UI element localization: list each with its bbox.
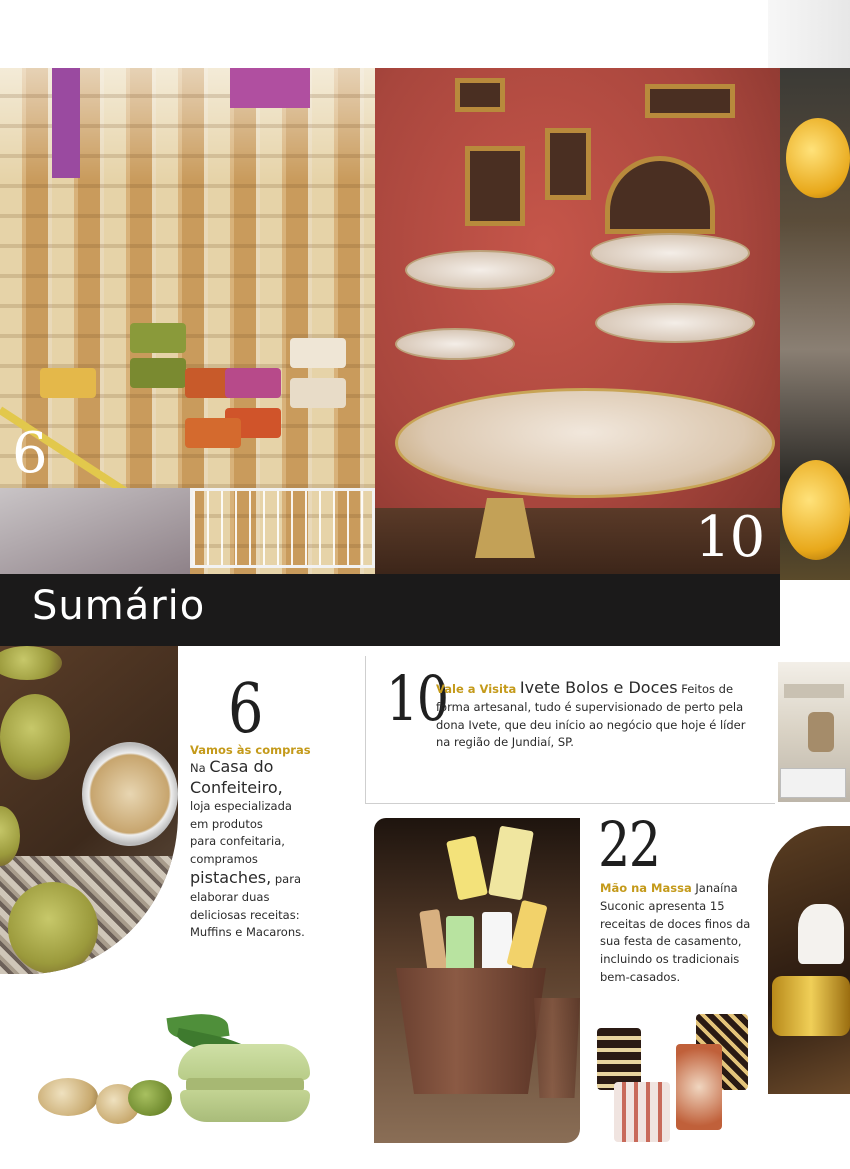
entry-6-line: Confeiteiro, [190, 777, 283, 797]
text: Janaína [695, 881, 738, 895]
cake-stand-tier [590, 233, 750, 273]
pistachio-nut [38, 1078, 98, 1116]
entry-10-line: forma artesanal, tudo é supervisionado d… [436, 699, 744, 714]
wall-frame [545, 128, 591, 200]
candy-tube [676, 1044, 722, 1130]
tub [185, 418, 241, 448]
macaron-bottom [180, 1090, 310, 1122]
entry-22-text: Mão na Massa Janaína Suconic apresenta 1… [600, 880, 770, 987]
entry-6-line: loja especializada [190, 798, 292, 813]
wall-frame [455, 78, 505, 112]
entry-22-kicker: Mão na Massa [600, 881, 692, 895]
wall-frame [465, 146, 525, 226]
text: Casa do [209, 757, 274, 776]
entry-22-line: receitas de doces finos da [600, 916, 751, 931]
candy-stick [488, 825, 534, 901]
kitchen-mixer [808, 712, 834, 752]
wall-frame [605, 156, 715, 234]
text: Na [190, 761, 210, 775]
photo-number-cafe: 10 [695, 505, 765, 570]
pistachio-photo [0, 646, 178, 974]
sweets-tray [395, 388, 775, 498]
text: Feitos de [681, 682, 734, 696]
entry-6-line: em produtos [190, 816, 263, 831]
page-edge [768, 0, 850, 68]
entry-10-line: na região de Jundiaí, SP. [436, 735, 574, 750]
tray-foot [475, 498, 535, 558]
entry-6-line: elaborar duas [190, 889, 270, 904]
candy-stick [506, 899, 548, 971]
candy-stick [446, 835, 488, 901]
side-photo [780, 68, 850, 580]
muffin [0, 694, 70, 780]
muffin [8, 882, 98, 974]
entry-10-kicker: Vale a Visita [436, 682, 517, 696]
tub [290, 338, 346, 368]
entry-22-line: bem-casados. [600, 969, 681, 984]
entry-10-divider [365, 656, 366, 804]
chocolate-cup [396, 968, 546, 1094]
macaron-top [178, 1044, 310, 1080]
entry-6-line: para confeitaria, [190, 834, 285, 849]
pistachio-nut [128, 1080, 172, 1116]
chocolate-cup [534, 998, 580, 1098]
kitchen-photo [778, 662, 850, 802]
tulle-bow [798, 904, 844, 964]
entry-6-line: deliciosas receitas: [190, 907, 300, 922]
kitchen-shelf [784, 684, 844, 698]
shop-photo: 6 [0, 68, 385, 580]
sugar-rose [786, 118, 850, 198]
tub [130, 323, 186, 353]
entry-22-line: Mão na Massa Janaína [600, 880, 770, 898]
entry-10-line: Vale a Visita Ivete Bolos e Doces Feitos… [436, 679, 771, 699]
gift-photo [768, 826, 850, 1094]
kitchen-oven [780, 768, 846, 798]
wire-basket [190, 488, 375, 568]
golden-gift [772, 976, 850, 1036]
entry-6-line: Na Casa do [190, 758, 365, 778]
candy-photo [374, 818, 580, 1143]
cake-stand-tier [395, 328, 515, 360]
entry-22-line: Suconic apresenta 15 [600, 898, 725, 913]
entry-6-line: Muffins e Macarons. [190, 925, 305, 940]
entry-6-line: pistaches, para [190, 869, 365, 889]
candy-stick [482, 912, 512, 976]
shop-sign [230, 68, 310, 108]
shop-pillar [52, 68, 80, 178]
tub [40, 368, 96, 398]
shop-floor [0, 488, 190, 580]
entry-10-rule [365, 803, 775, 804]
cake-stand-tier [405, 250, 555, 290]
wall-frame [645, 84, 735, 118]
candy-tube [597, 1028, 641, 1090]
cake-stand-tier [595, 303, 755, 343]
entry-6-number: 6 [228, 670, 263, 749]
tub [290, 378, 346, 408]
tub [225, 368, 281, 398]
entry-22-number: 22 [598, 808, 661, 881]
entry-22-line: sua festa de casamento, [600, 934, 742, 949]
entry-10-text: Vale a Visita Ivete Bolos e Doces Feitos… [436, 679, 771, 752]
entry-10-line: dona Ivete, que deu início ao negócio qu… [436, 717, 746, 732]
text: pistaches, [190, 867, 272, 887]
entry-22-line: incluindo os tradicionais [600, 952, 740, 967]
entry-6-line: compramos [190, 852, 258, 867]
candy-tube [614, 1082, 670, 1142]
tub [130, 358, 186, 388]
page-title: Sumário [32, 583, 206, 629]
photo-number-shop: 6 [12, 421, 48, 486]
text: para [271, 871, 301, 886]
pistachio-bowl [82, 742, 178, 846]
muffin [0, 646, 62, 680]
entry-6-kicker: Vamos às compras [190, 743, 311, 757]
cafe-photo: 10 [375, 68, 795, 580]
sugar-rose [782, 460, 850, 560]
entry-6-text: Na Casa do Confeiteiro, loja especializa… [190, 758, 365, 942]
entry-10-headline: Ivete Bolos e Doces [519, 678, 678, 697]
